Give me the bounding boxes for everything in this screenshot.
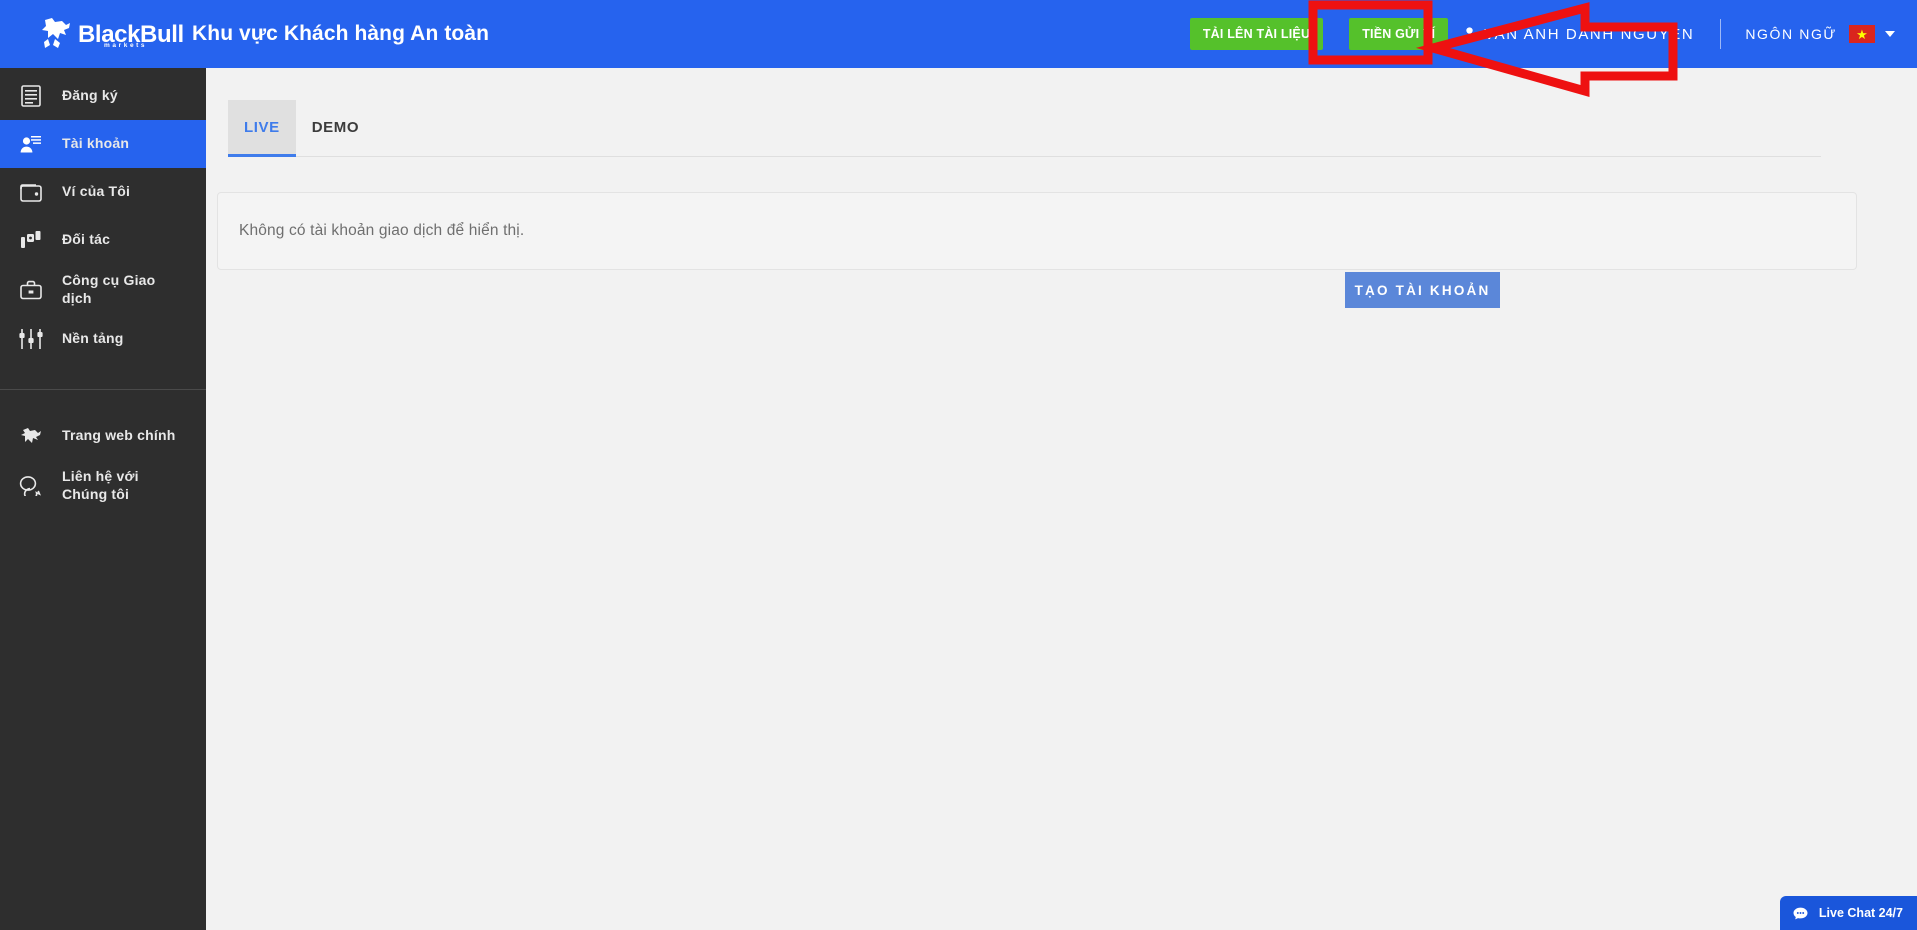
main-content: LIVE DEMO TẠO TÀI KHOẢN Không có tài kho… <box>206 68 1917 930</box>
partners-icon <box>14 230 48 250</box>
brand-logo[interactable]: BlackBull markets <box>0 0 206 68</box>
sidebar-item-nen-tang[interactable]: Nền tảng <box>0 315 206 363</box>
sidebar-item-label: Liên hệ với Chúng tôi <box>62 468 139 502</box>
account-tabs-container: LIVE DEMO <box>228 100 1821 157</box>
wallet-icon <box>14 183 48 202</box>
chat-bubbles-icon <box>14 475 48 496</box>
sidebar-item-label: Tài khoản <box>62 135 130 152</box>
brand-subtitle: markets <box>104 42 148 49</box>
sidebar-item-trang-web-chinh[interactable]: Trang web chính <box>0 412 206 460</box>
chat-bubble-icon <box>1793 907 1808 920</box>
chevron-down-icon[interactable] <box>1885 31 1895 37</box>
upload-documents-button[interactable]: TẢI LÊN TÀI LIỆU <box>1189 18 1324 50</box>
sidebar-item-vi-cua-toi[interactable]: Ví của Tôi <box>0 168 206 216</box>
sidebar-item-label: Nền tảng <box>62 330 124 347</box>
sidebar-bottom-padding <box>0 390 206 412</box>
sliders-icon <box>14 329 48 349</box>
sidebar-item-label: Đối tác <box>62 231 111 248</box>
sidebar-item-doi-tac[interactable]: Đối tác <box>0 216 206 264</box>
user-name-label: VAN ANH DANH NGUYEN <box>1484 25 1695 43</box>
create-account-button[interactable]: TẠO TÀI KHOẢN <box>1345 272 1500 308</box>
header-divider <box>1720 19 1722 49</box>
sidebar-item-label: Trang web chính <box>62 427 176 444</box>
wallet-deposit-button[interactable]: TIỀN GỬI VÍ <box>1349 18 1449 50</box>
sidebar-item-cong-cu-giao-dich[interactable]: Công cụ Giao dịch <box>0 264 206 315</box>
flag-star-icon: ★ <box>1856 26 1868 42</box>
briefcase-icon <box>14 280 48 300</box>
language-label: NGÔN NGỮ <box>1745 26 1837 42</box>
live-chat-widget[interactable]: Live Chat 24/7 <box>1779 896 1917 930</box>
top-header: BlackBull markets Khu vực Khách hàng An … <box>0 0 1917 68</box>
sidebar: Đăng ký Tài khoản Ví của Tôi Đối tác Côn… <box>0 68 206 930</box>
account-tabs: LIVE DEMO <box>228 100 1821 157</box>
user-menu[interactable]: VAN ANH DANH NGUYEN <box>1462 26 1694 43</box>
sidebar-item-dang-ky[interactable]: Đăng ký <box>0 72 206 120</box>
person-icon <box>1463 27 1476 42</box>
live-chat-label: Live Chat 24/7 <box>1818 906 1903 920</box>
sidebar-item-label: Công cụ Giao dịch <box>62 272 156 306</box>
tab-live[interactable]: LIVE <box>228 100 296 157</box>
sidebar-item-label: Đăng ký <box>62 87 118 104</box>
vietnam-flag-icon[interactable]: ★ <box>1849 25 1875 43</box>
page-title: Khu vực Khách hàng An toàn <box>192 22 490 45</box>
header-actions: TẢI LÊN TÀI LIỆU TIỀN GỬI VÍ VAN ANH DAN… <box>1189 0 1917 68</box>
account-user-icon <box>14 134 48 154</box>
accounts-empty-card: Không có tài khoản giao dịch để hiển thị… <box>217 192 1857 270</box>
bull-icon <box>14 426 48 446</box>
document-list-icon <box>14 85 48 107</box>
tab-demo[interactable]: DEMO <box>296 100 375 156</box>
sidebar-item-label: Ví của Tôi <box>62 183 131 200</box>
empty-state-text: Không có tài khoản giao dịch để hiển thị… <box>239 222 525 239</box>
sidebar-item-lien-he[interactable]: Liên hệ với Chúng tôi <box>0 460 206 511</box>
bull-logo-icon <box>42 18 70 48</box>
sidebar-item-tai-khoan[interactable]: Tài khoản <box>0 120 206 168</box>
